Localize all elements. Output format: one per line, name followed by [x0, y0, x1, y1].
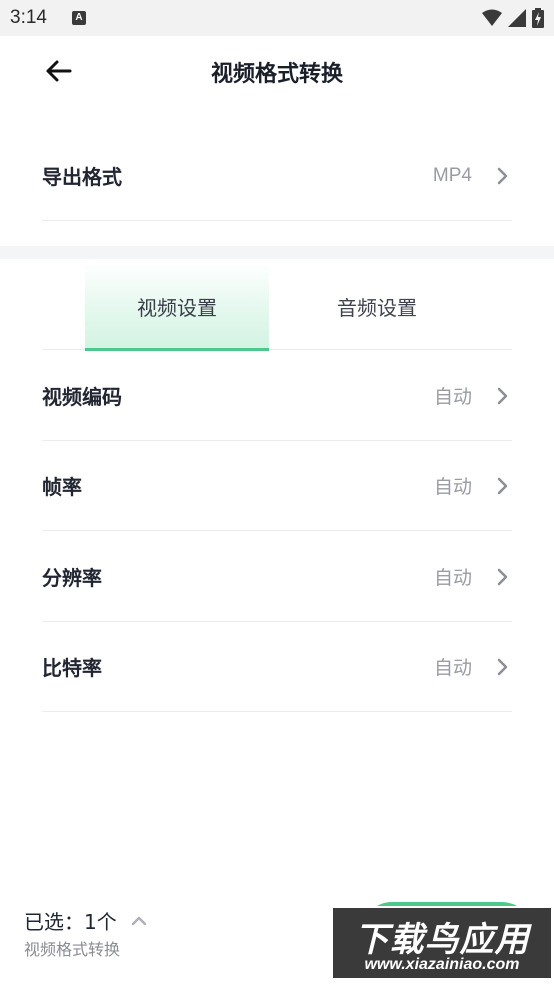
battery-charging-icon: [532, 8, 544, 28]
setting-value: 自动: [433, 386, 472, 408]
chevron-right-icon: [496, 476, 512, 496]
chevron-right-icon: [496, 166, 512, 186]
setting-row-resolution[interactable]: 分辨率 自动: [42, 532, 512, 622]
setting-label: 视频编码: [42, 385, 122, 409]
status-icons: [482, 8, 544, 28]
watermark-logo: 下载鸟应用 www.xiazainiao.com: [331, 906, 553, 980]
chevron-up-icon[interactable]: [131, 915, 147, 927]
export-format-value: MP4: [432, 164, 472, 186]
chevron-right-icon: [496, 386, 512, 406]
setting-value: 自动: [433, 476, 472, 498]
a-letter-icon: A: [72, 11, 86, 25]
app-header: 视频格式转换: [0, 36, 554, 106]
tab-audio-settings[interactable]: 音频设置: [285, 262, 469, 350]
export-format-row[interactable]: 导出格式 MP4: [42, 131, 512, 221]
page-title: 视频格式转换: [210, 62, 343, 87]
watermark-url: www.xiazainiao.com: [364, 956, 520, 973]
chevron-right-icon: [496, 567, 512, 587]
setting-label: 比特率: [42, 656, 102, 680]
selected-count[interactable]: 已选：1个: [24, 906, 147, 935]
watermark-title: 下载鸟应用: [354, 920, 530, 960]
setting-label: 分辨率: [42, 566, 102, 590]
selected-count-text: 已选：1个: [24, 910, 117, 934]
setting-row-video-codec[interactable]: 视频编码 自动: [42, 351, 512, 441]
chevron-right-icon: [496, 657, 512, 677]
setting-row-frame-rate[interactable]: 帧率 自动: [42, 441, 512, 531]
wifi-icon: [482, 9, 502, 26]
status-bar: 3:14 A: [0, 0, 554, 36]
setting-value: 自动: [433, 657, 472, 679]
export-format-label: 导出格式: [42, 165, 122, 189]
status-time: 3:14: [10, 7, 47, 28]
setting-row-bitrate[interactable]: 比特率 自动: [42, 622, 512, 712]
tab-video-settings[interactable]: 视频设置: [85, 262, 269, 351]
setting-label: 帧率: [42, 475, 82, 499]
settings-tabs: 视频设置 音频设置: [42, 262, 512, 351]
setting-value: 自动: [433, 567, 472, 589]
signal-icon: [508, 9, 526, 27]
selected-subtitle: 视频格式转换: [24, 940, 121, 959]
section-divider: [0, 246, 554, 259]
